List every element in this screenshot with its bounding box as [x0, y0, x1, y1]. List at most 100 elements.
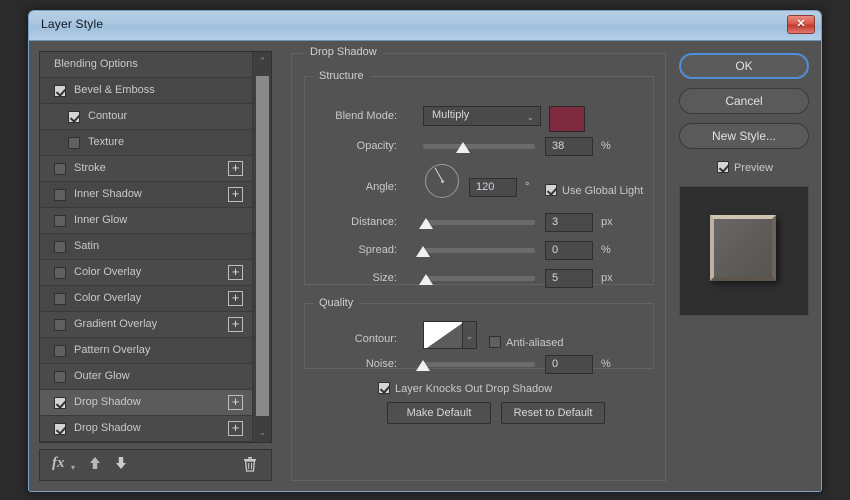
reset-to-default-button[interactable]: Reset to Default — [501, 402, 605, 424]
style-list-item[interactable]: Color Overlay + — [40, 260, 253, 286]
scrollbar-thumb[interactable] — [256, 76, 269, 416]
use-global-light-checkbox[interactable] — [545, 184, 557, 196]
spread-slider-knob[interactable] — [416, 246, 430, 257]
cancel-button[interactable]: Cancel — [679, 88, 809, 114]
style-enable-checkbox[interactable] — [54, 267, 66, 279]
angle-label: Angle: — [365, 181, 397, 193]
style-enable-checkbox[interactable] — [54, 345, 66, 357]
scroll-down-icon[interactable]: ⌄ — [253, 423, 271, 442]
style-enable-checkbox[interactable] — [68, 111, 80, 123]
delete-icon[interactable] — [243, 456, 257, 475]
spread-input[interactable]: 0 — [545, 241, 593, 260]
style-list-item-label: Contour — [88, 110, 128, 122]
opacity-unit: % — [601, 140, 611, 152]
contour-thumbnail[interactable] — [423, 321, 463, 349]
layer-knockout-row[interactable]: Layer Knocks Out Drop Shadow — [378, 379, 552, 397]
style-list-item[interactable]: Satin — [40, 234, 253, 260]
style-enable-checkbox[interactable] — [54, 189, 66, 201]
new-style-button[interactable]: New Style... — [679, 123, 809, 149]
contour-chevron-down-icon[interactable]: ⌄ — [463, 321, 477, 349]
style-list-item[interactable]: Drop Shadow + — [40, 390, 253, 416]
dialog-body: Blending Options Bevel & Emboss Contour Tex… — [29, 41, 821, 491]
duplicate-effect-icon[interactable]: + — [228, 317, 243, 332]
style-list-item-label: Color Overlay — [74, 292, 142, 304]
layer-knockout-label: Layer Knocks Out Drop Shadow — [395, 383, 553, 395]
style-enable-checkbox[interactable] — [54, 371, 66, 383]
size-slider-knob[interactable] — [419, 274, 434, 285]
style-list-item[interactable]: Bevel & Emboss — [40, 78, 253, 104]
style-list-item[interactable]: Contour — [40, 104, 253, 130]
noise-slider[interactable] — [416, 360, 535, 371]
style-list-item[interactable]: Color Overlay + — [40, 286, 253, 312]
style-list-item[interactable]: Gradient Overlay + — [40, 312, 253, 338]
opacity-slider-knob[interactable] — [456, 142, 471, 153]
angle-dial[interactable] — [425, 164, 459, 198]
style-list-item[interactable]: Drop Shadow + — [40, 416, 253, 442]
angle-input[interactable]: 120 — [469, 178, 517, 197]
preview-checkbox[interactable] — [716, 161, 729, 173]
angle-row: Angle: 120 ° Use Global Light — [305, 164, 653, 204]
style-list-item-label: Color Overlay — [74, 266, 142, 278]
style-list-item[interactable]: Inner Shadow + — [40, 182, 253, 208]
fx-chevron-down-icon[interactable]: ▾ — [71, 463, 75, 472]
style-list-item[interactable]: Outer Glow — [40, 364, 253, 390]
spread-slider[interactable] — [416, 246, 535, 257]
shadow-color-swatch[interactable] — [549, 106, 585, 132]
duplicate-effect-icon[interactable]: + — [228, 187, 243, 202]
fx-icon[interactable]: fx — [52, 455, 65, 472]
style-enable-checkbox[interactable] — [54, 215, 66, 227]
layer-knockout-checkbox[interactable] — [378, 382, 390, 394]
style-list-item[interactable]: Blending Options — [40, 52, 253, 78]
duplicate-effect-icon[interactable]: + — [228, 291, 243, 306]
style-enable-checkbox[interactable] — [54, 241, 66, 253]
duplicate-effect-icon[interactable]: + — [228, 265, 243, 280]
style-list-item[interactable]: Stroke + — [40, 156, 253, 182]
opacity-input[interactable]: 38 — [545, 137, 593, 156]
close-button[interactable]: ✕ — [787, 15, 815, 34]
move-down-icon[interactable] — [114, 456, 128, 473]
anti-aliased-row[interactable]: Anti-aliased — [489, 333, 563, 351]
duplicate-effect-icon[interactable]: + — [228, 161, 243, 176]
style-list-item-label: Drop Shadow — [74, 422, 141, 434]
noise-slider-knob[interactable] — [416, 360, 430, 371]
noise-input[interactable]: 0 — [545, 355, 593, 374]
use-global-light-row[interactable]: Use Global Light — [545, 181, 643, 199]
style-enable-checkbox[interactable] — [54, 397, 66, 409]
duplicate-effect-icon[interactable]: + — [228, 395, 243, 410]
blend-mode-row: Blend Mode: Multiply ⌄ — [305, 106, 653, 132]
styles-scrollbar[interactable]: ⌃ ⌄ — [252, 52, 271, 442]
style-list-item[interactable]: Inner Glow — [40, 208, 253, 234]
size-input[interactable]: 5 — [545, 269, 593, 288]
noise-label: Noise: — [365, 358, 397, 370]
style-enable-checkbox[interactable] — [54, 319, 66, 331]
blend-mode-select[interactable]: Multiply ⌄ — [423, 106, 541, 126]
size-slider[interactable] — [419, 274, 535, 285]
style-enable-checkbox[interactable] — [54, 423, 66, 435]
style-enable-checkbox[interactable] — [54, 85, 66, 97]
effect-panel: Drop Shadow Structure Blend Mode: Multip… — [291, 46, 666, 481]
style-enable-checkbox[interactable] — [54, 293, 66, 305]
ok-button[interactable]: OK — [679, 53, 809, 79]
duplicate-effect-icon[interactable]: + — [228, 421, 243, 436]
style-list-item[interactable]: Texture — [40, 130, 253, 156]
window-title: Layer Style — [41, 17, 104, 31]
opacity-slider[interactable] — [423, 142, 535, 153]
style-list-item-label: Blending Options — [54, 58, 138, 70]
style-enable-checkbox[interactable] — [68, 137, 80, 149]
distance-slider-knob[interactable] — [419, 218, 434, 229]
move-up-icon[interactable] — [88, 456, 102, 473]
style-list-item[interactable]: Pattern Overlay — [40, 338, 253, 364]
style-enable-checkbox[interactable] — [54, 163, 66, 175]
anti-aliased-label: Anti-aliased — [506, 337, 564, 349]
structure-group: Structure Blend Mode: Multiply ⌄ Opacity… — [304, 70, 654, 288]
size-label: Size: — [372, 272, 397, 284]
blend-mode-label: Blend Mode: — [335, 110, 397, 122]
preview-toggle-row[interactable]: Preview — [679, 158, 811, 176]
make-default-button[interactable]: Make Default — [387, 402, 491, 424]
distance-input[interactable]: 3 — [545, 213, 593, 232]
style-list-item-label: Inner Glow — [74, 214, 128, 226]
blend-mode-value: Multiply — [432, 109, 470, 121]
anti-aliased-checkbox[interactable] — [489, 336, 501, 348]
scroll-up-icon[interactable]: ⌃ — [253, 52, 271, 71]
distance-slider[interactable] — [419, 218, 535, 229]
